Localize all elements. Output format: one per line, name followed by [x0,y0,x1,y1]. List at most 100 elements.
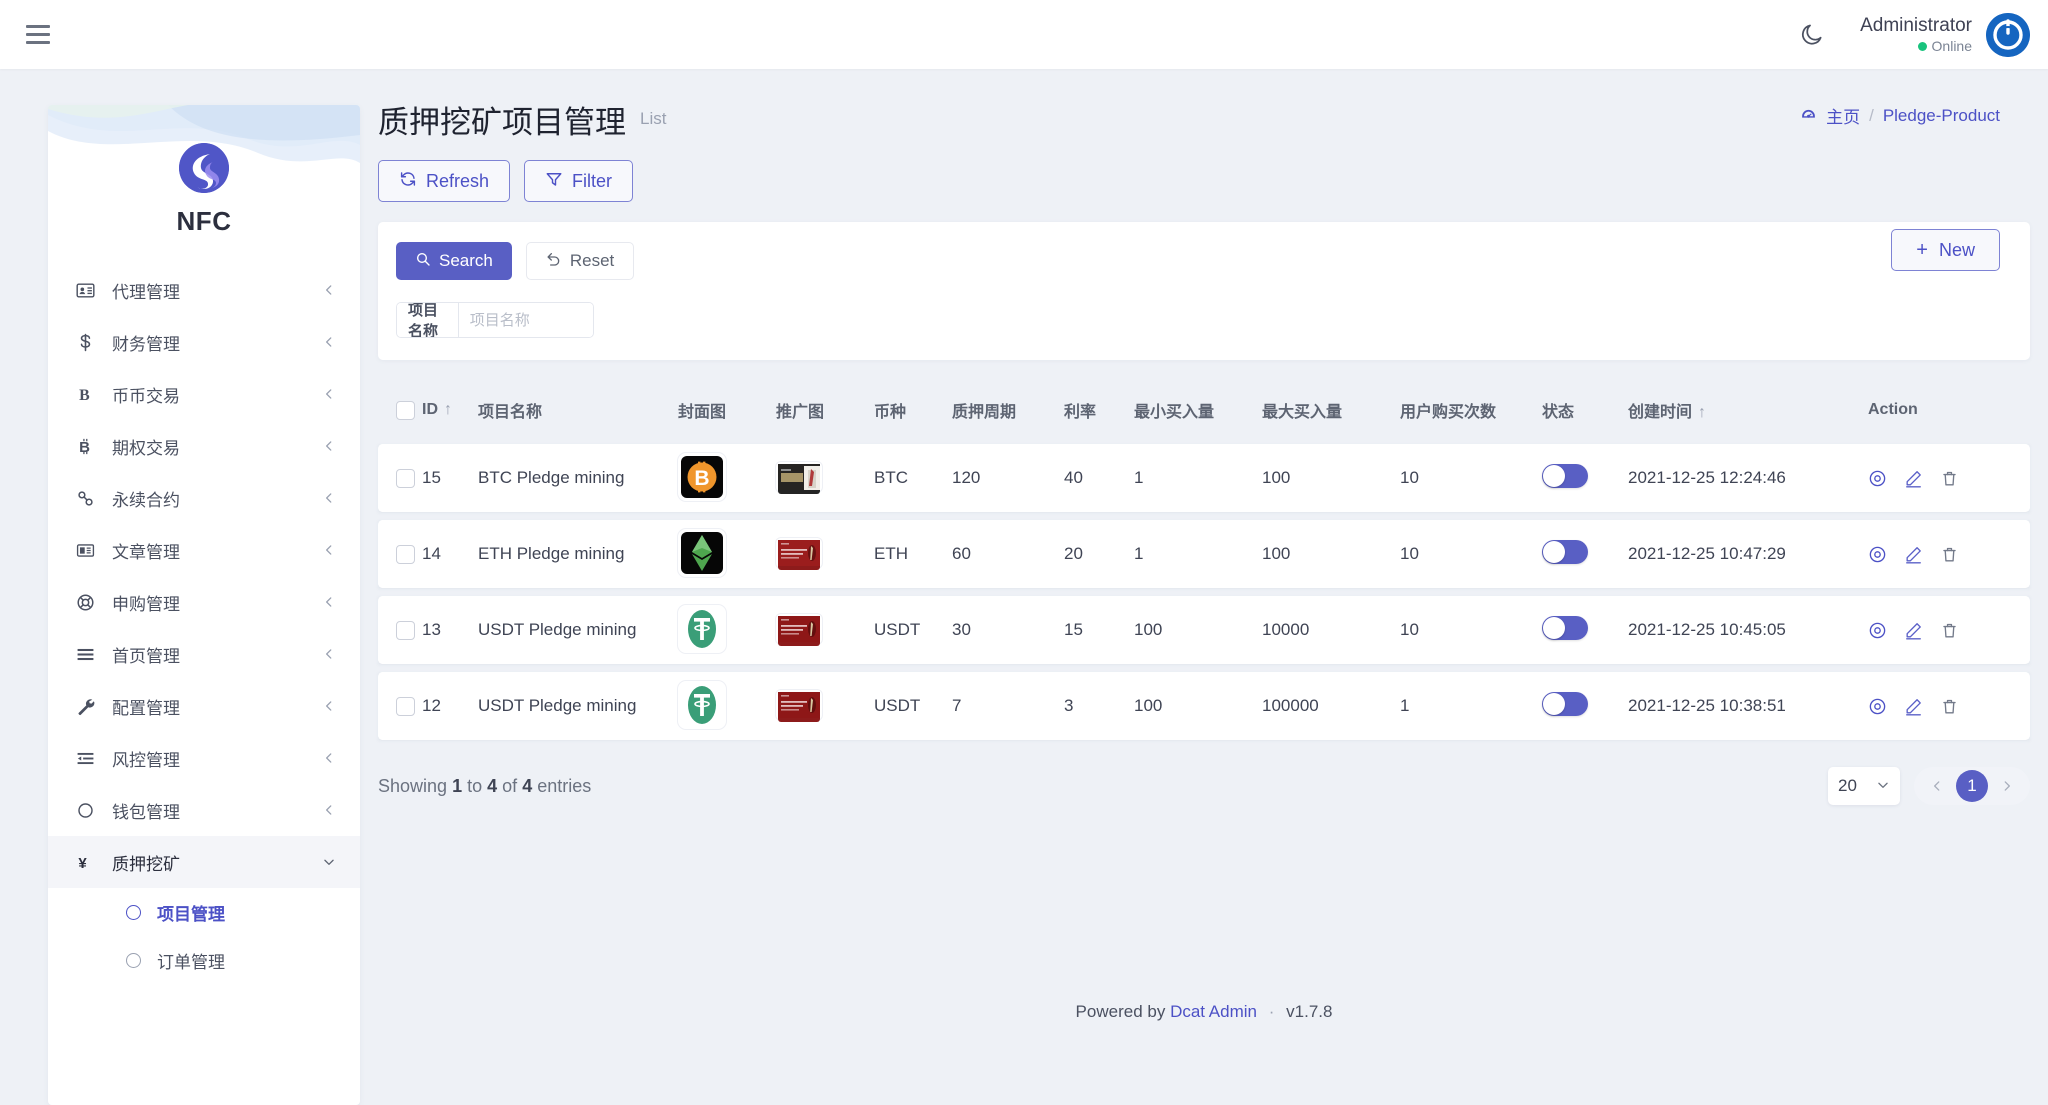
showing-to-word: to [467,775,483,796]
edit-icon[interactable] [1904,469,1923,488]
sidebar-item-subscription[interactable]: 申购管理 [48,576,360,628]
td-coin: ETH [874,520,952,588]
red-bank-card-thumbnail[interactable] [776,537,822,570]
showing-from: 1 [452,775,463,796]
td-status [1542,672,1628,740]
sidebar-item-risk[interactable]: 风控管理 [48,732,360,784]
th-label: 质押周期 [952,404,1017,421]
sidebar-item-wallet[interactable]: 钱包管理 [48,784,360,836]
sidebar-item-finance[interactable]: 财务管理 [48,316,360,368]
sidebar-item-homepage[interactable]: 首页管理 [48,628,360,680]
refresh-button[interactable]: Refresh [378,160,511,202]
project-name-input[interactable] [458,303,593,337]
td-promo [776,596,874,664]
new-button[interactable]: + New [1891,229,2000,271]
select-all-checkbox[interactable] [396,400,415,420]
status-toggle[interactable] [1542,463,1588,488]
delete-icon[interactable] [1940,621,1959,640]
td-created-at: 2021-12-25 12:24:46 [1628,444,1868,512]
th-select-all[interactable] [378,388,422,436]
edit-icon[interactable] [1904,621,1923,640]
bitcoin-coin-thumbnail[interactable]: B [678,453,726,501]
per-page-select[interactable]: 20 [1828,767,1900,805]
dcat-admin-link[interactable]: Dcat Admin [1170,1002,1257,1021]
chevron-left-icon [322,803,336,817]
sidebar-item-perpetual[interactable]: 永续合约 [48,472,360,524]
prev-page-button[interactable] [1922,771,1952,801]
row-checkbox[interactable] [396,545,415,564]
edit-icon[interactable] [1904,697,1923,716]
sidebar-item-project-management[interactable]: 项目管理 [48,888,360,936]
sidebar-item-coin-trade[interactable]: B 币币交易 [48,368,360,420]
filter-button[interactable]: Filter [524,160,634,202]
breadcrumb-current[interactable]: Pledge-Product [1883,106,2000,126]
row-checkbox[interactable] [396,697,415,716]
td-user-times: 1 [1400,672,1542,740]
sidebar-item-agent[interactable]: 代理管理 [48,264,360,316]
view-icon[interactable] [1868,545,1887,564]
page-subtitle: List [640,109,667,128]
sidebar-item-label: 首页管理 [112,646,180,666]
tether-coin-thumbnail[interactable] [678,605,726,653]
status-toggle[interactable] [1542,691,1588,716]
hamburger-icon[interactable] [26,22,56,48]
td-cover: B [678,444,776,512]
showing-to: 4 [487,775,498,796]
chevron-left-icon [322,751,336,765]
user-info[interactable]: Administrator Online [1860,14,1972,55]
avatar[interactable] [1986,12,2030,57]
status-toggle[interactable] [1542,615,1588,640]
ethereum-coin-thumbnail[interactable] [678,529,726,577]
td-select[interactable] [378,520,422,588]
dark-bank-card-thumbnail[interactable] [776,461,822,494]
th-name[interactable]: 项目名称 [478,388,678,436]
filter-actions: Search Reset [378,242,2030,280]
red-bank-card-thumbnail[interactable] [776,689,822,722]
td-promo [776,520,874,588]
th-id[interactable]: ID ↑ [422,388,478,436]
breadcrumb-home[interactable]: 主页 [1826,103,1860,128]
search-button[interactable]: Search [396,242,512,280]
page-1-button[interactable]: 1 [1956,770,1988,802]
view-icon[interactable] [1868,697,1887,716]
th-created-at[interactable]: 创建时间 ↑ [1628,388,1868,436]
moon-icon[interactable] [1790,13,1834,57]
row-checkbox[interactable] [396,621,415,640]
table-row[interactable]: 12 USDT Pledge mining USDT 7 3 100 10000… [378,672,2030,740]
red-bank-card-thumbnail[interactable] [776,613,822,646]
delete-icon[interactable] [1940,697,1959,716]
edit-icon[interactable] [1904,545,1923,564]
row-checkbox[interactable] [396,469,415,488]
table-row[interactable]: 13 USDT Pledge mining USDT 30 15 100 100… [378,596,2030,664]
delete-icon[interactable] [1940,469,1959,488]
th-label: 最大买入量 [1262,404,1343,421]
reset-button[interactable]: Reset [525,242,635,280]
sidebar-item-pledge-mining[interactable]: ¥ 质押挖矿 [48,836,360,888]
view-icon[interactable] [1868,469,1887,488]
view-icon[interactable] [1868,621,1887,640]
lifebuoy-icon [76,593,106,612]
sidebar-item-order-management[interactable]: 订单管理 [48,936,360,984]
status-toggle[interactable] [1542,539,1588,564]
showing-prefix: Showing [378,775,448,796]
sidebar-item-config[interactable]: 配置管理 [48,680,360,732]
next-page-button[interactable] [1992,771,2022,801]
sidebar-item-options-trade[interactable]: B 期权交易 [48,420,360,472]
chevron-left-icon [322,543,336,557]
td-period: 7 [952,672,1064,740]
td-select[interactable] [378,672,422,740]
filter-fields: 项目名称 [378,280,2030,338]
td-action [1868,672,2030,740]
td-select[interactable] [378,596,422,664]
user-status-label: Online [1931,37,1972,54]
th-status: 状态 [1542,388,1628,436]
chevron-left-icon [322,699,336,713]
sidebar-item-label: 配置管理 [112,698,180,718]
table-row[interactable]: 14 ETH Pledge mining ETH 60 20 1 100 10 … [378,520,2030,588]
tether-coin-thumbnail[interactable] [678,681,726,729]
delete-icon[interactable] [1940,545,1959,564]
table-row[interactable]: 15 BTC Pledge mining B BTC 120 40 1 100 … [378,444,2030,512]
chevron-left-icon [322,335,336,349]
sidebar-item-article[interactable]: 文章管理 [48,524,360,576]
td-select[interactable] [378,444,422,512]
